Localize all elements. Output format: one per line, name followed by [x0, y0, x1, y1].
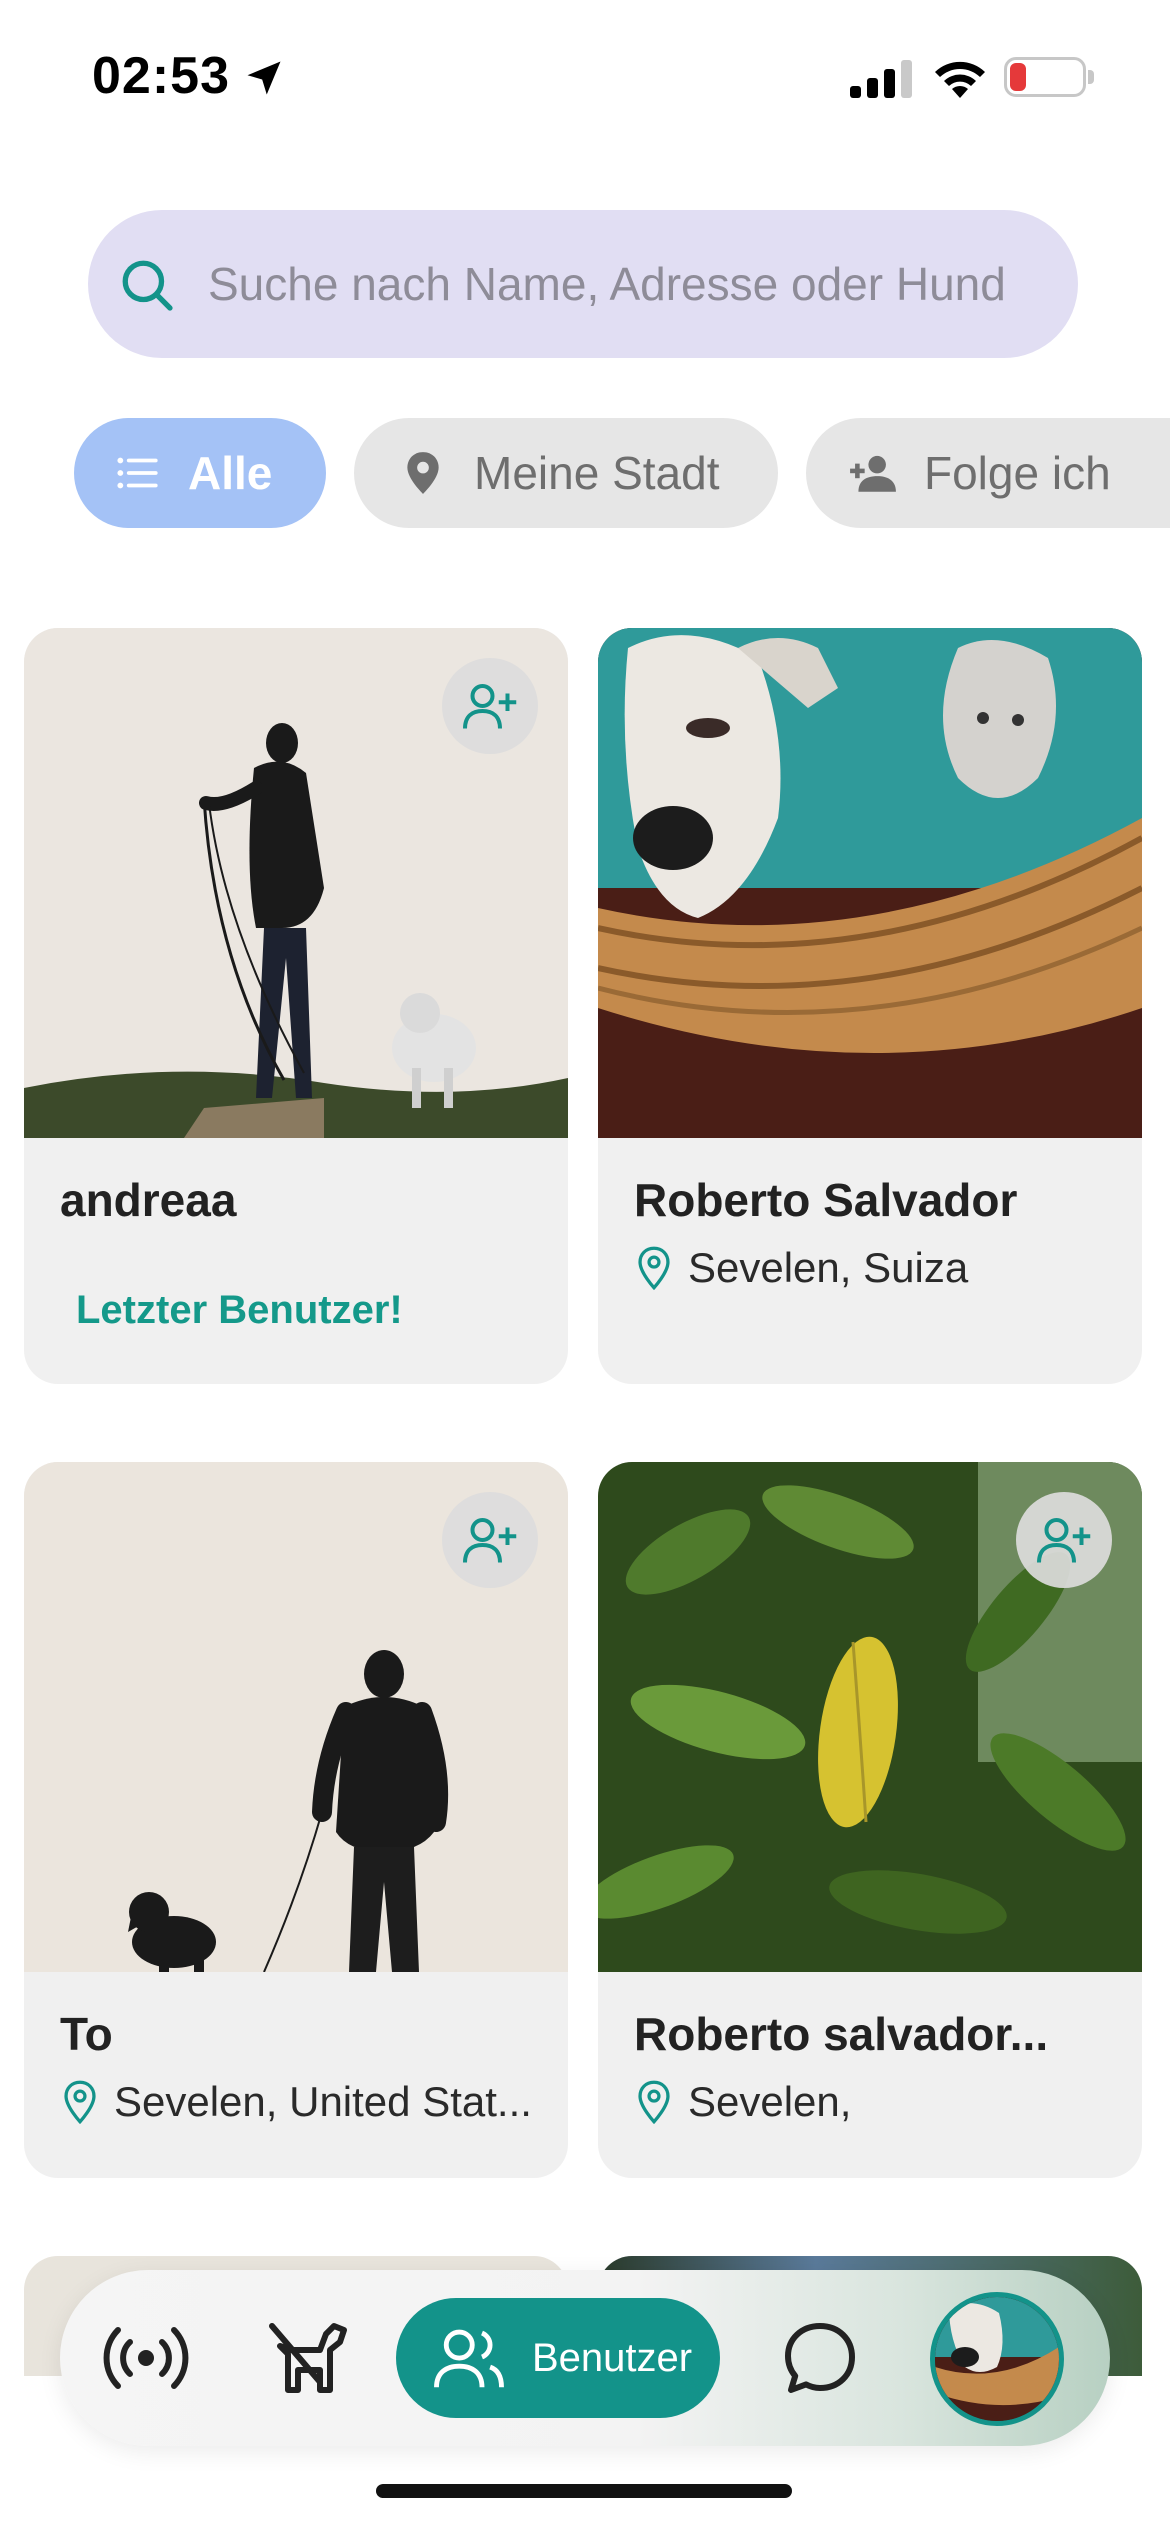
user-name: To [60, 2008, 113, 2060]
battery-icon: 15 [1004, 57, 1086, 97]
search-bar[interactable] [88, 210, 1078, 358]
user-plus-icon [463, 1518, 517, 1563]
filter-chip-all[interactable]: Alle [74, 418, 326, 528]
user-name: Roberto Salvador [634, 1174, 1018, 1226]
chat-bubble-icon [785, 2323, 855, 2393]
user-card[interactable]: andreaa Letzter Benutzer! [24, 628, 568, 1384]
search-icon [122, 260, 173, 311]
nav-dogs-button[interactable] [260, 2310, 356, 2406]
users-icon [434, 2329, 504, 2388]
user-card[interactable]: Roberto Salvador Sevelen, Suiza [598, 628, 1142, 1384]
filter-chip-following[interactable]: Folge ich [806, 418, 1170, 528]
cellular-signal-icon [850, 60, 912, 98]
user-name: Roberto salvador... [634, 2008, 1049, 2060]
user-location-text: Sevelen, United Stat... [114, 2078, 532, 2125]
filter-chip-label: Alle [188, 447, 273, 499]
follow-user-button[interactable] [442, 658, 538, 754]
filter-chip-my-city[interactable]: Meine Stadt [354, 418, 778, 528]
follow-user-button[interactable] [1016, 1492, 1112, 1588]
user-location: Sevelen, United Stat... [60, 2074, 540, 2130]
status-time: 02:53 [92, 47, 230, 105]
filter-chip-label: Folge ich [924, 447, 1111, 499]
avatar[interactable] [930, 2292, 1064, 2426]
battery-tip [1088, 70, 1094, 84]
user-photo [598, 628, 1142, 1138]
user-location: Sevelen, [634, 2074, 1114, 2130]
nav-users-label: Benutzer [532, 2335, 693, 2380]
broadcast-icon [103, 2327, 189, 2389]
filter-chip-label: Meine Stadt [474, 447, 720, 499]
location-pin-icon [638, 1246, 670, 1291]
location-pin-icon [407, 452, 439, 494]
wifi-icon [935, 61, 985, 98]
search-input[interactable] [208, 240, 1048, 328]
user-location: Sevelen, Suiza [634, 1240, 1114, 1296]
user-card[interactable]: To Sevelen, United Stat... [24, 1462, 568, 2178]
user-location-text: Sevelen, [688, 2078, 852, 2125]
nav-chat-button[interactable] [772, 2310, 868, 2406]
list-icon [117, 457, 158, 489]
location-arrow-icon [247, 61, 281, 95]
last-user-badge: Letzter Benutzer! [76, 1288, 403, 1332]
nav-users-button[interactable]: Benutzer [396, 2298, 720, 2418]
dog-icon [269, 2323, 347, 2393]
nav-live-button[interactable] [98, 2310, 194, 2406]
location-pin-icon [64, 2080, 96, 2125]
follow-user-button[interactable] [442, 1492, 538, 1588]
status-bar: 02:53 15 [0, 0, 1170, 150]
bottom-nav: Benutzer [60, 2270, 1110, 2446]
user-name: andreaa [60, 1174, 237, 1226]
user-plus-icon [463, 684, 517, 729]
user-location-text: Sevelen, Suiza [688, 1244, 969, 1291]
user-plus-icon [1037, 1518, 1091, 1563]
person-add-icon [850, 455, 896, 492]
battery-level-text: 15 [1028, 62, 1062, 95]
home-indicator [376, 2484, 792, 2498]
location-pin-icon [638, 2080, 670, 2125]
user-card[interactable]: Roberto salvador... Sevelen, [598, 1462, 1142, 2178]
